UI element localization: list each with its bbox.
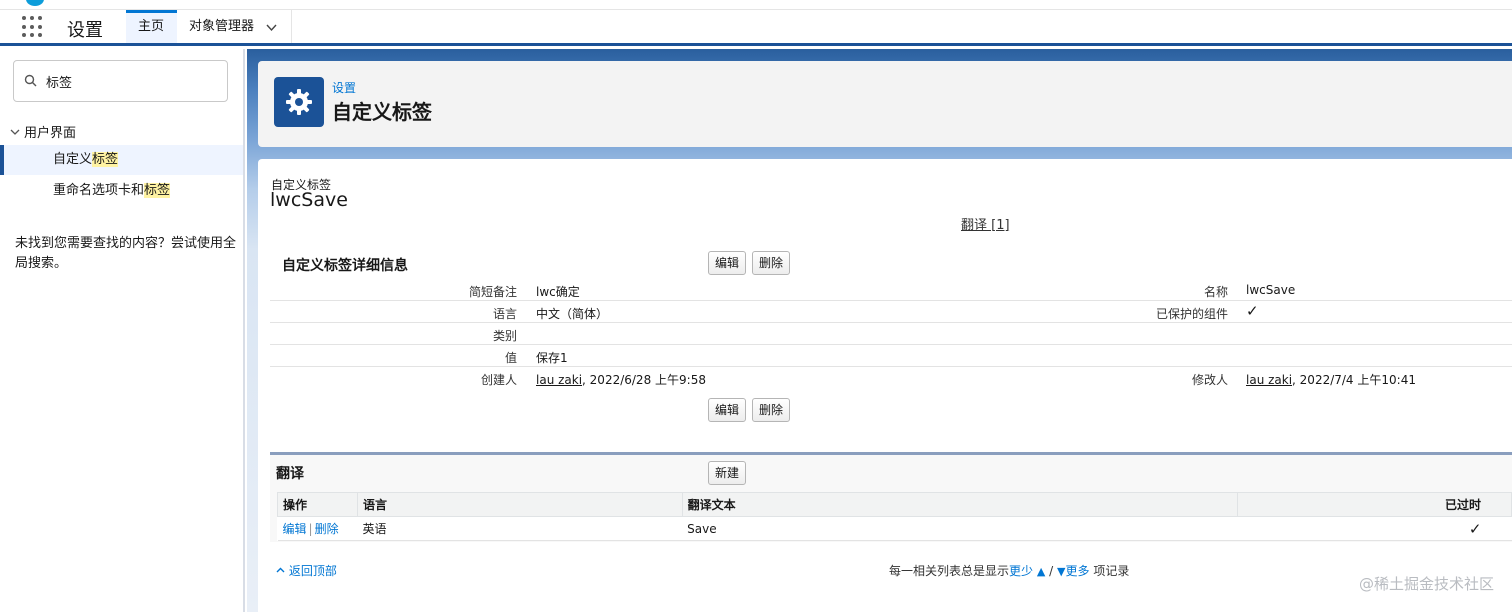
tree-group-user-interface[interactable]: 用户界面	[10, 122, 76, 141]
delete-link[interactable]: 删除	[315, 522, 339, 536]
back-to-top-link[interactable]: 返回顶部	[276, 562, 337, 579]
created-by-link[interactable]: lau zaki	[536, 373, 582, 387]
field-label: 语言	[492, 307, 517, 321]
tab-object-manager-label: 对象管理器	[189, 19, 255, 34]
not-found-hint: 未找到您需要查找的内容？尝试使用全局搜索。	[15, 236, 237, 271]
related-list-title: 翻译	[276, 466, 304, 482]
field-label: 修改人	[1191, 373, 1228, 387]
field-value: lau zaki, 2022/7/4 上午10:41	[1246, 371, 1416, 388]
show-fewer-link[interactable]: 更少	[1009, 564, 1033, 578]
watermark: @稀土掘金技术社区	[1358, 575, 1494, 593]
breadcrumb[interactable]: 设置	[332, 79, 356, 96]
search-icon	[24, 74, 37, 87]
main-area: 设置 自定义标签 自定义标签 lwcSave 翻译 [1] 自定义标签详细信息 …	[247, 49, 1512, 612]
back-to-top-label: 返回顶部	[288, 564, 337, 578]
delete-button[interactable]: 删除	[752, 251, 791, 275]
table-row: 编辑 | 删除 英语 Save ✓	[277, 516, 1512, 541]
language-cell: 英语	[357, 516, 683, 541]
quick-find-box[interactable]	[13, 60, 228, 102]
detail-row: 创建人 lau zaki, 2022/6/28 上午9:58 修改人 lau z…	[270, 367, 1512, 389]
app-launcher-icon[interactable]	[22, 16, 44, 38]
search-highlight: 标签	[144, 183, 171, 198]
detail-section-title: 自定义标签详细信息	[282, 258, 408, 274]
modified-by-link[interactable]: lau zaki	[1246, 373, 1292, 387]
column-header: 语言	[356, 492, 683, 517]
chevron-down-icon[interactable]	[10, 127, 24, 140]
translation-text-cell: Save	[682, 516, 1238, 541]
salesforce-logo-icon[interactable]	[26, 0, 44, 6]
sidebar-item-label: 重命名选项卡和	[53, 183, 145, 198]
table-header-row: 操作 语言 翻译文本 已过时	[277, 492, 1512, 517]
separator: |	[308, 522, 313, 536]
field-label: 值	[504, 351, 517, 365]
action-cell: 编辑 | 删除	[277, 516, 358, 541]
quick-find-input[interactable]	[46, 71, 216, 91]
modified-date: , 2022/7/4 上午10:41	[1292, 373, 1416, 387]
sidebar-item-label: 自定义	[53, 152, 93, 167]
app-navbar: 设置 主页 对象管理器	[0, 10, 1512, 46]
column-header: 翻译文本	[681, 492, 1239, 517]
app-name: 设置	[67, 20, 103, 41]
sidebar-item-rename-tabs-labels[interactable]: 重命名选项卡和标签	[0, 176, 243, 206]
created-date: , 2022/6/28 上午9:58	[582, 373, 706, 387]
edit-button[interactable]: 编辑	[708, 398, 747, 422]
translations-table: 操作 语言 翻译文本 已过时 编辑 | 删除 英语 Save ✓	[277, 492, 1512, 541]
content-panel: 自定义标签 lwcSave 翻译 [1] 自定义标签详细信息 编辑 删除 简短备…	[258, 159, 1512, 612]
chevron-down-icon[interactable]	[266, 10, 277, 43]
field-label: 简短备注	[468, 285, 517, 299]
record-name: lwcSave	[270, 189, 348, 211]
gear-icon	[274, 77, 324, 127]
detail-row: 值 保存1	[270, 345, 1512, 367]
edit-button[interactable]: 编辑	[708, 251, 747, 275]
sidebar-item-custom-labels[interactable]: 自定义标签	[0, 145, 243, 175]
pager-text: 每一相关列表总是显示	[889, 564, 1010, 578]
show-more-link[interactable]: 更多	[1066, 564, 1090, 578]
page-title: 自定义标签	[332, 100, 432, 124]
translation-link[interactable]: 翻译 [1]	[961, 214, 1010, 233]
pager-text: 项记录	[1093, 564, 1130, 578]
page-header: 设置 自定义标签	[258, 61, 1512, 147]
tab-home[interactable]: 主页	[126, 10, 177, 43]
tree-group-label: 用户界面	[24, 126, 77, 141]
column-header: 已过时	[1237, 492, 1512, 517]
detail-row: 语言 中文（简体） 已保护的组件 ✓	[270, 301, 1512, 323]
column-header: 操作	[277, 492, 358, 517]
search-highlight: 标签	[92, 152, 119, 167]
top-strip	[0, 0, 1512, 10]
triangle-up-icon[interactable]: ▲	[1037, 565, 1045, 578]
detail-row: 类别	[270, 323, 1512, 345]
setup-sidebar: 用户界面 自定义标签 重命名选项卡和标签 未找到您需要查找的内容？尝试使用全局搜…	[0, 49, 245, 612]
field-value: 保存1	[536, 351, 568, 365]
field-value: 中文（简体）	[536, 307, 609, 321]
delete-button[interactable]: 删除	[752, 398, 791, 422]
field-value: lau zaki, 2022/6/28 上午9:58	[536, 371, 706, 388]
field-label: 名称	[1203, 285, 1228, 299]
tab-object-manager[interactable]: 对象管理器	[177, 10, 292, 43]
field-label: 类别	[492, 329, 517, 343]
checkmark-icon: ✓	[1246, 302, 1259, 320]
triangle-down-icon[interactable]: ▼	[1057, 565, 1065, 578]
field-label: 创建人	[480, 373, 517, 387]
detail-section: 自定义标签详细信息 编辑 删除 简短备注 lwc确定 名称 lwcSave 语言…	[270, 239, 1512, 427]
edit-link[interactable]: 编辑	[283, 522, 307, 536]
field-label: 已保护的组件	[1155, 307, 1228, 321]
detail-row: 简短备注 lwc确定 名称 lwcSave	[270, 279, 1512, 301]
checkmark-icon: ✓	[1237, 516, 1512, 541]
pager-separator: /	[1049, 564, 1054, 578]
field-value: lwc确定	[536, 285, 580, 299]
chevron-up-icon	[276, 564, 289, 578]
record-count-pager: 每一相关列表总是显示更少 ▲ / ▼更多 项记录	[889, 562, 1129, 579]
field-value: lwcSave	[1246, 283, 1296, 297]
new-button[interactable]: 新建	[708, 461, 747, 485]
translations-related-list: 翻译 新建 操作 语言 翻译文本 已过时 编辑 | 删除 英语 Save ✓	[270, 452, 1512, 542]
